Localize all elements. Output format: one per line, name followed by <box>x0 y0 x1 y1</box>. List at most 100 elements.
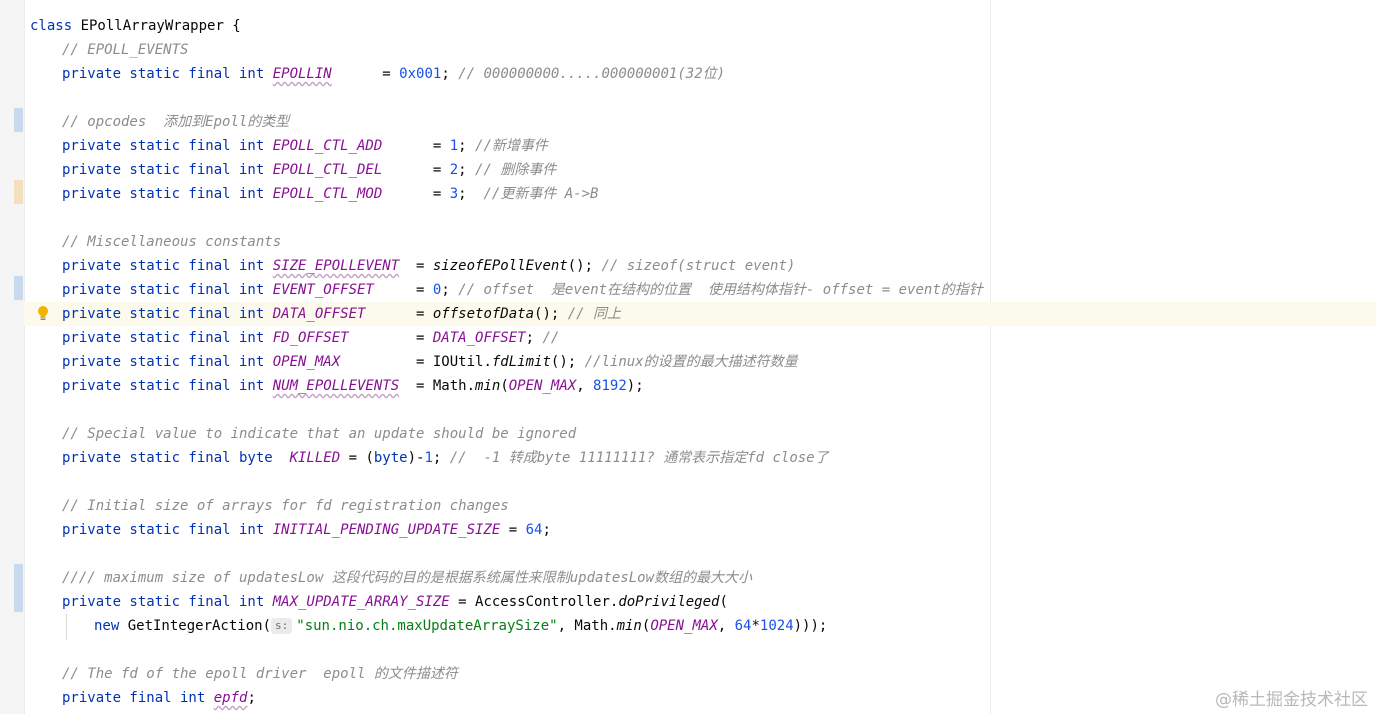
code-line[interactable]: // opcodes 添加到Epoll的类型 <box>62 110 289 134</box>
code-token: 1 <box>449 138 459 154</box>
code-line[interactable]: private static final int DATA_OFFSET = o… <box>62 302 621 326</box>
code-token: private static final int <box>62 378 273 394</box>
code-token: // Miscellaneous constants <box>62 234 282 250</box>
code-token: private static final int <box>62 138 273 154</box>
code-token: ; <box>458 162 476 178</box>
code-token: (); <box>550 354 585 370</box>
code-line[interactable]: private final int epfd; <box>62 686 256 710</box>
code-token: private final int <box>62 690 214 706</box>
code-token: = IOUtil. <box>340 354 492 370</box>
code-token: = <box>373 282 433 298</box>
code-line[interactable]: private static final int NUM_EPOLLEVENTS… <box>62 374 644 398</box>
code-token: EVENT_OFFSET <box>272 282 374 298</box>
code-token: KILLED <box>289 450 341 466</box>
code-token: private static final int <box>62 306 273 322</box>
code-line[interactable]: new GetIntegerAction(s: "sun.nio.ch.maxUp… <box>94 614 827 638</box>
code-token: // offset 是event在结构的位置 使用结构体指针- offset =… <box>458 282 983 298</box>
code-token: "sun.nio.ch.maxUpdateArraySize" <box>296 618 558 634</box>
code-token: ; <box>432 450 450 466</box>
code-token: (); <box>534 306 568 322</box>
code-line[interactable]: // Special value to indicate that an upd… <box>62 422 576 446</box>
code-line[interactable]: private static final int FD_OFFSET = DAT… <box>62 326 559 350</box>
code-token: 1 <box>424 450 433 466</box>
code-token: offsetofData <box>432 306 535 322</box>
code-token: 64 <box>734 618 752 634</box>
code-token: OPEN_MAX <box>650 618 718 634</box>
code-token: ; <box>458 138 476 154</box>
code-line[interactable]: private static final int EPOLL_CTL_MOD =… <box>62 182 598 206</box>
code-token: doPrivileged <box>618 594 720 610</box>
change-marker[interactable] <box>14 180 23 204</box>
code-line[interactable]: private static final int EPOLLIN = 0x001… <box>62 62 725 86</box>
code-token: //linux的设置的最大描述符数量 <box>584 354 798 370</box>
change-marker[interactable] <box>14 108 23 132</box>
editor-gutter[interactable] <box>0 0 25 714</box>
code-token: * <box>751 618 760 634</box>
code-line[interactable]: // Miscellaneous constants <box>62 230 281 254</box>
code-token: ); <box>626 378 644 394</box>
code-token: = Math. <box>399 378 476 394</box>
code-token: EPOLLIN <box>272 66 332 82</box>
code-line[interactable]: // Initial size of arrays for fd registr… <box>62 494 509 518</box>
code-token: EPOLL_CTL_DEL <box>272 162 383 178</box>
code-token: , Math. <box>557 618 617 634</box>
code-line[interactable]: private static final int INITIAL_PENDING… <box>62 518 551 542</box>
code-token: // 删除事件 <box>475 162 557 178</box>
code-token: = <box>365 306 433 322</box>
code-token: = <box>382 162 450 178</box>
code-token: NUM_EPOLLEVENTS <box>272 378 400 394</box>
code-token: EPOLL_CTL_MOD <box>272 186 383 202</box>
parameter-hint: s: <box>271 618 293 634</box>
code-token: , <box>717 618 735 634</box>
code-token: 2 <box>449 162 459 178</box>
code-token: ; <box>441 66 459 82</box>
code-line[interactable]: private static final int EVENT_OFFSET = … <box>62 278 983 302</box>
code-token: private static final int <box>62 282 273 298</box>
code-token: new <box>94 618 128 634</box>
code-token: // EPOLL_EVENTS <box>62 42 189 58</box>
code-token: // -1 转成byte 11111111? 通常表示指定fd close了 <box>449 450 829 466</box>
code-line[interactable]: private static final int MAX_UPDATE_ARRA… <box>62 590 728 614</box>
code-token: 0x001 <box>399 66 442 82</box>
code-token: ; <box>458 186 484 202</box>
change-marker[interactable] <box>14 564 23 588</box>
right-margin-guide <box>990 0 991 714</box>
code-token: ( <box>719 594 728 610</box>
code-token: // Special value to indicate that an upd… <box>62 426 577 442</box>
code-line[interactable]: class EPollArrayWrapper { <box>30 14 241 38</box>
code-token: ( <box>500 378 509 394</box>
code-token: )- <box>407 450 425 466</box>
code-token: = <box>382 186 450 202</box>
code-token: // The fd of the epoll driver epoll 的文件描… <box>62 666 458 682</box>
code-token: min <box>616 618 642 634</box>
code-line[interactable]: private static final int SIZE_EPOLLEVENT… <box>62 254 795 278</box>
code-token: ; <box>542 522 551 538</box>
code-line[interactable]: //// maximum size of updatesLow 这段代码的目的是… <box>62 566 752 590</box>
code-line[interactable]: // The fd of the epoll driver epoll 的文件描… <box>62 662 458 686</box>
code-token: = <box>399 258 433 274</box>
code-line[interactable]: private static final int EPOLL_CTL_DEL =… <box>62 158 556 182</box>
change-marker[interactable] <box>14 588 23 612</box>
code-line[interactable]: private static final int OPEN_MAX = IOUt… <box>62 350 798 374</box>
code-token: 8192 <box>593 378 627 394</box>
code-token: sizeofEPollEvent <box>432 258 568 274</box>
code-token: // Initial size of arrays for fd registr… <box>62 498 509 514</box>
code-token: ; <box>441 282 459 298</box>
code-token: 3 <box>449 186 459 202</box>
code-token: private static final int <box>62 258 273 274</box>
code-token: EPollArrayWrapper { <box>80 18 241 34</box>
code-token: DATA_OFFSET <box>272 306 366 322</box>
code-token: ; <box>247 690 256 706</box>
watermark: @稀土掘金技术社区 <box>1215 690 1368 710</box>
code-token: // 000000000.....000000001(32位) <box>458 66 726 82</box>
code-line[interactable]: private static final int EPOLL_CTL_ADD =… <box>62 134 548 158</box>
code-token: epfd <box>213 690 248 706</box>
code-token: // 同上 <box>567 306 622 322</box>
code-line[interactable]: private static final byte KILLED = (byte… <box>62 446 829 470</box>
lightbulb-icon[interactable] <box>36 305 50 323</box>
code-token: 1024 <box>759 618 794 634</box>
code-token: private static final int <box>62 186 273 202</box>
change-marker[interactable] <box>14 276 23 300</box>
code-line[interactable]: // EPOLL_EVENTS <box>62 38 188 62</box>
code-token: INITIAL_PENDING_UPDATE_SIZE <box>272 522 501 538</box>
